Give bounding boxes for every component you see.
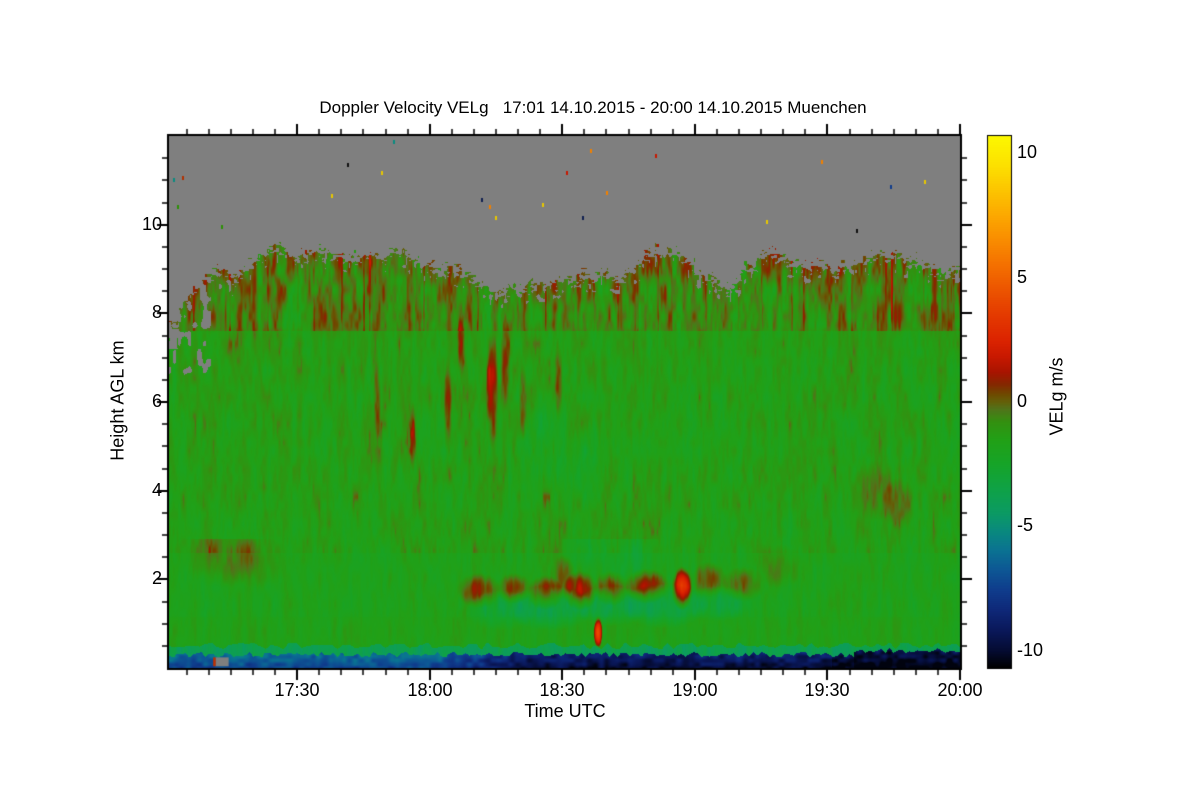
doppler-velocity-figure: Doppler Velocity VELg 17:01 14.10.2015 -… <box>0 0 1200 800</box>
y-tick-label: 4 <box>151 480 162 500</box>
x-axis-label: Time UTC <box>524 701 606 721</box>
colorbar-tick-label: 10 <box>1017 142 1038 162</box>
x-tick-label: 20:00 <box>937 680 983 700</box>
x-tick-label: 18:00 <box>407 680 453 700</box>
x-tick-label: 19:00 <box>672 680 718 700</box>
x-tick-label: 17:30 <box>274 680 320 700</box>
colorbar-tick-label: -5 <box>1017 515 1034 535</box>
colorbar-tick-label: 5 <box>1017 267 1028 287</box>
x-tick-label: 19:30 <box>804 680 850 700</box>
chart-title: Doppler Velocity VELg 17:01 14.10.2015 -… <box>319 98 867 117</box>
y-tick-label: 6 <box>151 391 162 411</box>
y-tick-label: 8 <box>151 302 162 322</box>
y-tick-label: 2 <box>151 568 162 588</box>
colorbar-tick-label: -10 <box>1017 640 1044 660</box>
x-tick-label: 18:30 <box>539 680 585 700</box>
colorbar-tick-label: 0 <box>1017 391 1028 411</box>
y-tick-label: 10 <box>141 214 162 234</box>
